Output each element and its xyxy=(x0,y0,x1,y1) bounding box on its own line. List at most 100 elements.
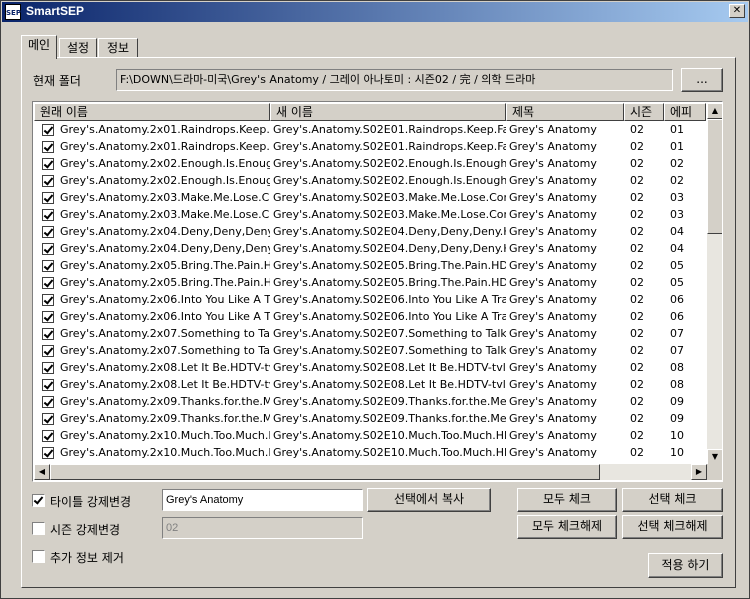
scroll-up-icon[interactable]: ▲ xyxy=(707,103,722,119)
table-row[interactable]: Grey's.Anatomy.2x09.Thanks.for.the.Memor… xyxy=(34,393,706,410)
browse-folder-button[interactable]: ... xyxy=(681,68,723,92)
episode-title: Grey's Anatomy xyxy=(509,157,597,170)
tab-settings[interactable]: 설정 xyxy=(59,38,97,58)
row-checkbox[interactable] xyxy=(42,242,54,255)
new-filename: Grey's.Anatomy.S02E01.Raindrops.Keep.Fal… xyxy=(273,140,506,153)
column-header-original[interactable]: 원래 이름 xyxy=(34,103,270,121)
column-header-episode[interactable]: 에피 xyxy=(664,103,706,121)
season-force-input[interactable] xyxy=(162,517,363,539)
episode-title: Grey's Anatomy xyxy=(509,310,597,323)
episode-title: Grey's Anatomy xyxy=(509,276,597,289)
table-row[interactable]: Grey's.Anatomy.2x06.Into You Like A Trai… xyxy=(34,291,706,308)
scroll-left-icon[interactable]: ◀ xyxy=(34,464,50,480)
episode-number: 04 xyxy=(670,242,684,255)
check-selected-button[interactable]: 선택 체크 xyxy=(622,488,723,512)
row-checkbox[interactable] xyxy=(42,140,54,153)
table-row[interactable]: Grey's.Anatomy.2x04.Deny,Deny,Deny.avi Gr… xyxy=(34,223,706,240)
row-checkbox[interactable] xyxy=(42,208,54,221)
uncheck-all-button[interactable]: 모두 체크해제 xyxy=(517,515,617,539)
row-original-cell: Grey's.Anatomy.2x08.Let It Be.HDTV-tvl.s… xyxy=(34,376,270,393)
table-row[interactable]: Grey's.Anatomy.2x03.Make.Me.Lose.Control… xyxy=(34,206,706,223)
row-checkbox[interactable] xyxy=(42,395,54,408)
row-checkbox[interactable] xyxy=(42,225,54,238)
episode-title: Grey's Anatomy xyxy=(509,259,597,272)
row-checkbox[interactable] xyxy=(42,293,54,306)
tab-info[interactable]: 정보 xyxy=(98,38,138,58)
new-filename: Grey's.Anatomy.S02E01.Raindrops.Keep.Fal… xyxy=(273,123,506,136)
season-number: 02 xyxy=(630,446,644,459)
episode-title: Grey's Anatomy xyxy=(509,140,597,153)
table-row[interactable]: Grey's.Anatomy.2x03.Make.Me.Lose.Control… xyxy=(34,189,706,206)
copy-from-selection-button[interactable]: 선택에서 복사 xyxy=(367,488,491,512)
row-checkbox[interactable] xyxy=(42,310,54,323)
row-checkbox[interactable] xyxy=(42,344,54,357)
original-filename: Grey's.Anatomy.2x07.Something to Talk Ab… xyxy=(60,327,270,340)
horizontal-scroll-thumb[interactable] xyxy=(50,464,600,480)
close-button[interactable]: ✕ xyxy=(729,4,745,18)
row-original-cell: Grey's.Anatomy.2x06.Into You Like A Trai… xyxy=(34,308,270,325)
row-checkbox[interactable] xyxy=(42,327,54,340)
row-checkbox[interactable] xyxy=(42,378,54,391)
check-all-button[interactable]: 모두 체크 xyxy=(517,488,617,512)
table-row[interactable]: Grey's.Anatomy.2x05.Bring.The.Pain.HDTV.… xyxy=(34,257,706,274)
row-checkbox[interactable] xyxy=(42,123,54,136)
table-row[interactable]: Grey's.Anatomy.2x04.Deny,Deny,Deny.smiGr… xyxy=(34,240,706,257)
table-row[interactable]: Grey's.Anatomy.2x09.Thanks.for.the.Memor… xyxy=(34,410,706,427)
new-filename: Grey's.Anatomy.S02E04.Deny,Deny,Deny.HDT… xyxy=(273,225,506,238)
episode-number: 02 xyxy=(670,174,684,187)
file-list[interactable]: 원래 이름 새 이름 제목 시즌 에피 Grey's.Anatomy.2x01.… xyxy=(32,101,723,482)
row-checkbox[interactable] xyxy=(42,157,54,170)
vertical-scroll-thumb[interactable] xyxy=(707,119,722,234)
table-row[interactable]: Grey's.Anatomy.2x01.Raindrops.Keep.Falli… xyxy=(34,121,706,138)
episode-number: 05 xyxy=(670,276,684,289)
new-filename: Grey's.Anatomy.S02E07.Something to Talk … xyxy=(273,344,506,357)
table-row[interactable]: Grey's.Anatomy.2x06.Into You Like A Trai… xyxy=(34,308,706,325)
episode-title: Grey's Anatomy xyxy=(509,191,597,204)
vertical-scrollbar[interactable]: ▲ ▼ xyxy=(707,103,722,465)
column-header-new[interactable]: 새 이름 xyxy=(270,103,506,121)
table-row[interactable]: Grey's.Anatomy.2x01.Raindrops.Keep.Falli… xyxy=(34,138,706,155)
table-row[interactable]: Grey's.Anatomy.2x02.Enough.Is.Enough.smi… xyxy=(34,172,706,189)
episode-title: Grey's Anatomy xyxy=(509,378,597,391)
row-checkbox[interactable] xyxy=(42,276,54,289)
episode-number: 09 xyxy=(670,395,684,408)
table-row[interactable]: Grey's.Anatomy.2x05.Bring.The.Pain.HDTV.… xyxy=(34,274,706,291)
season-number: 02 xyxy=(630,208,644,221)
current-folder-path: F:\DOWN\드라마-미국\Grey's Anatomy / 그레이 아나토미… xyxy=(116,69,673,91)
new-filename: Grey's.Anatomy.S02E03.Make.Me.Lose.Contr… xyxy=(273,191,506,204)
row-checkbox[interactable] xyxy=(42,361,54,374)
table-row[interactable]: Grey's.Anatomy.2x10.Much.Too.Much.HDTV.a… xyxy=(34,427,706,444)
new-filename: Grey's.Anatomy.S02E07.Something to Talk … xyxy=(273,327,506,340)
table-row[interactable]: Grey's.Anatomy.2x07.Something to Talk Ab… xyxy=(34,342,706,359)
table-row[interactable]: Grey's.Anatomy.2x02.Enough.Is.Enough.avi… xyxy=(34,155,706,172)
uncheck-selected-button[interactable]: 선택 체크해제 xyxy=(622,515,723,539)
scroll-down-icon[interactable]: ▼ xyxy=(707,449,722,465)
tab-main[interactable]: 메인 xyxy=(21,35,57,59)
row-original-cell: Grey's.Anatomy.2x04.Deny,Deny,Deny.smi xyxy=(34,240,270,257)
table-row[interactable]: Grey's.Anatomy.2x08.Let It Be.HDTV-tvl.s… xyxy=(34,376,706,393)
apply-button[interactable]: 적용 하기 xyxy=(648,553,723,578)
current-folder-label: 현재 폴더 xyxy=(33,74,81,88)
episode-title: Grey's Anatomy xyxy=(509,293,597,306)
row-checkbox[interactable] xyxy=(42,412,54,425)
column-header-title[interactable]: 제목 xyxy=(506,103,624,121)
horizontal-scrollbar[interactable]: ◀ ▶ xyxy=(34,464,707,480)
title-bar[interactable]: SEP SmartSEP ✕ xyxy=(2,2,748,22)
row-checkbox[interactable] xyxy=(42,446,54,459)
table-row[interactable]: Grey's.Anatomy.2x07.Something to Talk Ab… xyxy=(34,325,706,342)
title-force-input[interactable] xyxy=(162,489,363,511)
table-row[interactable]: Grey's.Anatomy.2x10.Much.Too.Much.HDTV.s… xyxy=(34,444,706,461)
row-checkbox[interactable] xyxy=(42,174,54,187)
season-force-checkbox[interactable] xyxy=(32,522,45,535)
row-checkbox[interactable] xyxy=(42,429,54,442)
column-header-season[interactable]: 시즌 xyxy=(624,103,664,121)
title-force-checkbox[interactable] xyxy=(32,494,45,507)
episode-title: Grey's Anatomy xyxy=(509,446,597,459)
remove-extra-info-checkbox[interactable] xyxy=(32,550,45,563)
row-checkbox[interactable] xyxy=(42,259,54,272)
table-row[interactable]: Grey's.Anatomy.2x08.Let It Be.HDTV-tvl.a… xyxy=(34,359,706,376)
season-number: 02 xyxy=(630,276,644,289)
row-original-cell: Grey's.Anatomy.2x10.Much.Too.Much.HDTV.a… xyxy=(34,427,270,444)
row-checkbox[interactable] xyxy=(42,191,54,204)
scroll-right-icon[interactable]: ▶ xyxy=(691,464,707,480)
